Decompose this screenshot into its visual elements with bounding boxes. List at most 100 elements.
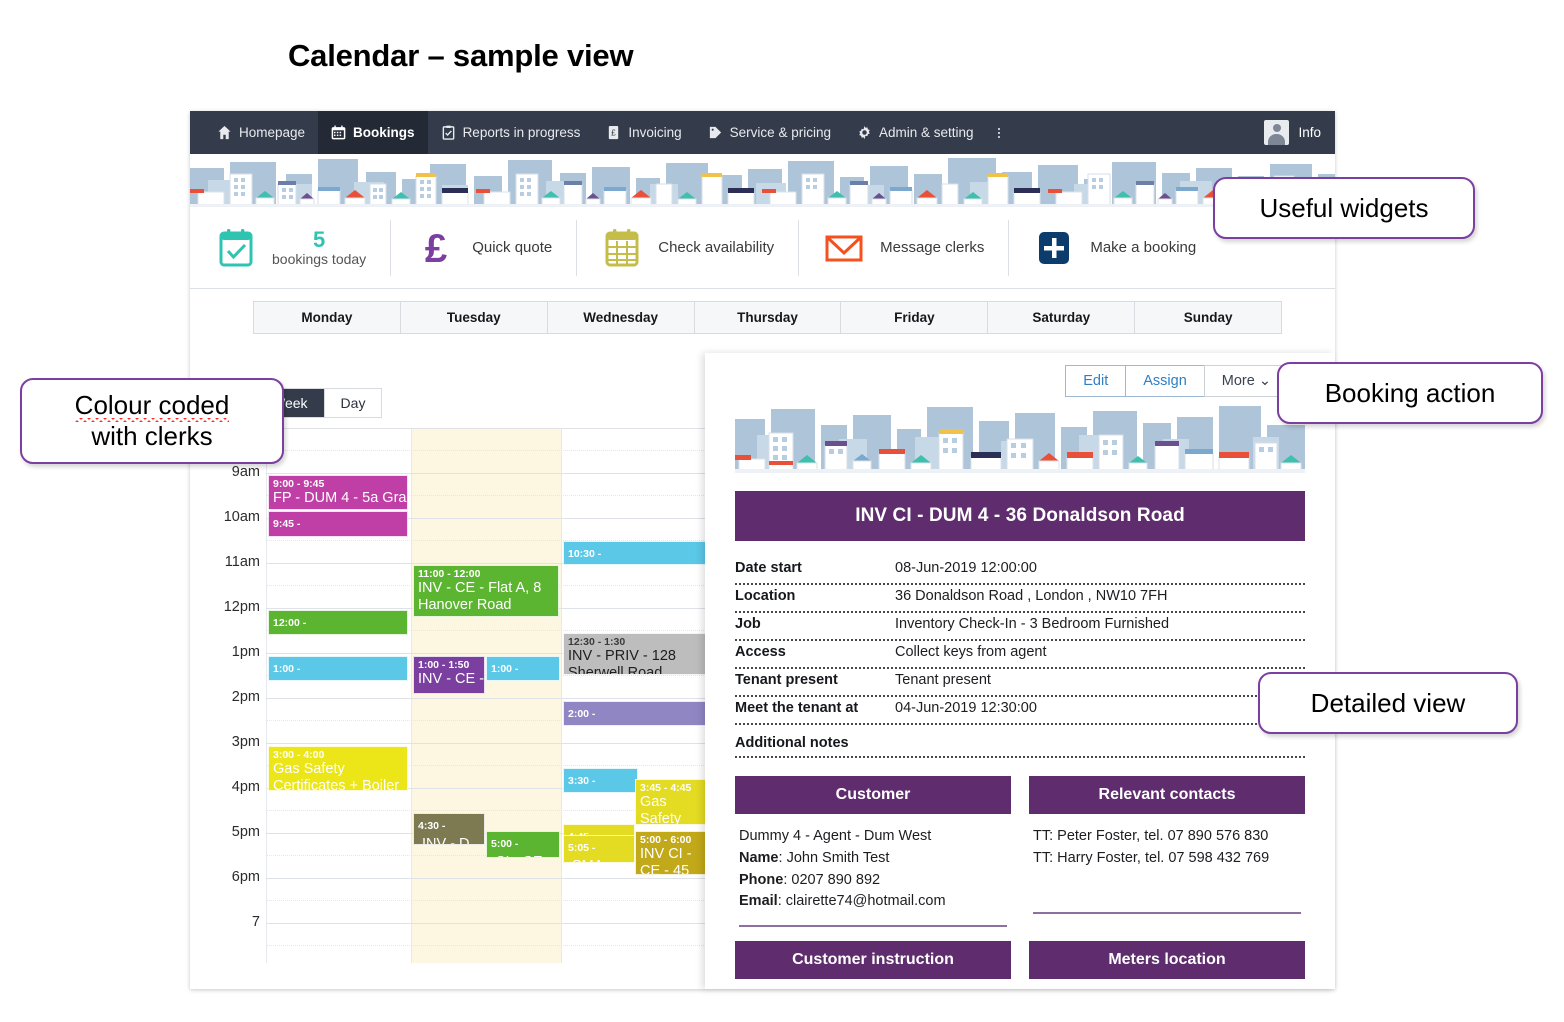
customer-phone-label: Phone xyxy=(739,871,784,888)
field-row-additional-notes: Additional notes xyxy=(735,725,1305,758)
customer-name-label: Name xyxy=(739,849,779,866)
customer-instruction-card: Customer instruction xyxy=(735,941,1011,979)
calendar-event[interactable]: 12:30 - 1:30 INV - PRIV - 128 Sherwell R… xyxy=(563,633,713,675)
field-key: Date start xyxy=(735,560,802,576)
nav-item-service-and-pricing[interactable]: Service & pricing xyxy=(695,111,844,154)
field-key: Additional notes xyxy=(735,735,849,751)
calendar-event[interactable]: 5:00 - CI - CE xyxy=(486,831,560,858)
widget-label: Message clerks xyxy=(880,239,985,256)
event-time: 3:00 - 4:00 xyxy=(273,749,325,761)
calendar-event[interactable]: 10:30 - EPC - DUM 4 - 40 xyxy=(563,541,713,565)
dow-sunday: Sunday xyxy=(1183,310,1233,325)
calendar-event[interactable]: 11:00 - 12:00 INV - CE - Flat A, 8 Hanov… xyxy=(413,565,559,617)
event-title: INV - CE - Flat A, 8 Hanover Road xyxy=(418,580,542,614)
profile-area[interactable]: Info xyxy=(1264,111,1321,154)
calendar-event[interactable]: 1:00 - EPC - D xyxy=(486,656,560,681)
event-title: INV - PRIV - 128 Sherwell Road xyxy=(568,648,676,675)
callout-text: Detailed view xyxy=(1310,687,1466,718)
card-heading: Customer instruction xyxy=(735,941,1011,979)
calendar-event[interactable]: 5:05 - SMA - xyxy=(563,835,635,863)
event-title: EPC - CE - Flat A, 8 xyxy=(277,679,406,680)
widget-make-a-booking[interactable]: Make a booking xyxy=(1008,219,1220,276)
contact-line: TT: Peter Foster, tel. 07 890 576 830 xyxy=(1033,828,1269,844)
hour-label: 3pm xyxy=(231,734,260,750)
page-title: Calendar – sample view xyxy=(288,38,634,73)
customer-agent: Dummy 4 - Agent - Dum West xyxy=(739,828,932,844)
hour-label: 5pm xyxy=(231,824,260,840)
event-title: EPC - C xyxy=(572,791,625,792)
calendar-event[interactable]: 3:45 - 4:45 Gas Safety Certificate xyxy=(635,779,707,825)
field-row: Tenant present Tenant present xyxy=(735,669,1305,697)
assign-button[interactable]: Assign xyxy=(1125,365,1205,397)
nav-item-bookings[interactable]: Bookings xyxy=(318,111,428,154)
nav-item-reports-in-progress[interactable]: Reports in progress xyxy=(428,111,594,154)
event-title: Gas Safety Certificate xyxy=(640,794,682,825)
view-day-button[interactable]: Day xyxy=(324,389,382,417)
widget-bookings-today[interactable]: 5 bookings today xyxy=(190,222,390,274)
top-navigation-bar: Homepage Bookings Reports in progress £ … xyxy=(190,111,1335,154)
field-value: Tenant present xyxy=(895,672,991,688)
calendar-event[interactable]: 12:00 - CI - CE - 10 Hanov xyxy=(268,610,408,635)
plus-square-icon xyxy=(1032,226,1076,270)
dow-monday: Monday xyxy=(254,302,401,333)
widget-label: Make a booking xyxy=(1090,239,1197,256)
dow-thursday: Thursday xyxy=(695,302,842,333)
card-body: TT: Peter Foster, tel. 07 890 576 830 TT… xyxy=(1029,814,1305,910)
calendar-event[interactable]: 1:00 - 1:50 INV - CE - xyxy=(413,656,485,694)
widgets-row: 5 bookings today £ Quick quote Check ava… xyxy=(190,207,1335,289)
event-time: 2:00 - xyxy=(568,708,596,720)
contact-line: TT: Harry Foster, tel. 07 598 432 769 xyxy=(1033,849,1270,866)
calendar-event[interactable]: 9:45 - EPC - DUM 4 - 5a G xyxy=(268,511,408,537)
calendar-event[interactable]: 2:00 - CO - CE - TFF, 6 O xyxy=(563,701,713,726)
customer-card: Customer Dummy 4 - Agent - Dum West Name… xyxy=(735,776,1011,927)
calendar-event[interactable]: 9:00 - 9:45 FP - DUM 4 - 5a Graces xyxy=(268,475,408,510)
event-title: FP - DUM 4 - 5a Graces xyxy=(273,490,407,507)
calendar-event[interactable]: 3:30 - EPC - C xyxy=(563,768,638,793)
field-key: Job xyxy=(735,616,761,632)
bookings-count: 5 xyxy=(312,226,326,252)
nav-item-homepage[interactable]: Homepage xyxy=(204,111,318,154)
edit-button[interactable]: Edit xyxy=(1065,365,1127,397)
hour-label: 4pm xyxy=(231,779,260,795)
callout-text: Booking action xyxy=(1324,377,1496,408)
kebab-menu-icon[interactable] xyxy=(987,111,1011,154)
card-heading: Relevant contacts xyxy=(1029,776,1305,814)
event-title: EPC - D xyxy=(495,679,548,680)
callout-useful-widgets: Useful widgets xyxy=(1213,177,1475,239)
event-time: 5:00 - 6:00 xyxy=(640,834,692,846)
hour-label: 9am xyxy=(231,464,260,480)
nav-item-label: Service & pricing xyxy=(729,125,831,140)
dow-saturday: Saturday xyxy=(988,302,1136,333)
field-row: Access Collect keys from agent xyxy=(735,641,1305,669)
nav-item-admin-and-setting[interactable]: Admin & setting xyxy=(844,111,987,154)
field-key: Access xyxy=(735,644,786,660)
event-title: EPC - DUM 4 - 5a G xyxy=(277,534,407,536)
nav-item-invoicing[interactable]: £ Invoicing xyxy=(593,111,694,154)
calendar-event[interactable]: 1:00 - EPC - CE - Flat A, 8 xyxy=(268,656,408,681)
booking-detail-panel: Edit Assign More ⌄ INV CI - DUM 4 - 36 D… xyxy=(705,353,1335,989)
event-title: CI - CE - 10 Hanov xyxy=(277,633,400,634)
widget-message-clerks[interactable]: Message clerks xyxy=(798,219,1008,276)
gear-icon xyxy=(857,125,872,140)
field-key: Location xyxy=(735,588,796,604)
calendar-event[interactable]: 5:00 - 6:00 INV CI - CE - 45 xyxy=(635,831,707,875)
widget-quick-quote[interactable]: £ Quick quote xyxy=(390,219,576,276)
event-title: SMA - xyxy=(572,858,611,862)
field-row: Job Inventory Check-In - 3 Bedroom Furni… xyxy=(735,613,1305,641)
field-value: Inventory Check-In - 3 Bedroom Furnished xyxy=(895,616,1170,632)
pound-sterling-icon: £ xyxy=(414,226,458,270)
widget-check-availability[interactable]: Check availability xyxy=(576,219,798,276)
calendar-event[interactable]: 4:30 - INV - D xyxy=(413,813,485,845)
dow-wednesday: Wednesday xyxy=(548,302,695,333)
calendar-event[interactable]: 3:00 - 4:00 Gas Safety Certificates + Bo… xyxy=(268,746,408,791)
field-key: Meet the tenant at xyxy=(735,700,859,716)
customer-phone-value: 0207 890 892 xyxy=(791,871,881,888)
nav-item-label: Invoicing xyxy=(628,125,682,140)
customer-name-value: John Smith Test xyxy=(786,849,890,866)
calendar-check-icon xyxy=(214,226,258,270)
customer-email-label: Email xyxy=(739,893,778,910)
tag-icon xyxy=(708,125,723,140)
field-value: 08-Jun-2019 12:00:00 xyxy=(895,560,1037,576)
field-value: Collect keys from agent xyxy=(895,644,1047,660)
detail-cards: Customer Dummy 4 - Agent - Dum West Name… xyxy=(735,776,1305,927)
